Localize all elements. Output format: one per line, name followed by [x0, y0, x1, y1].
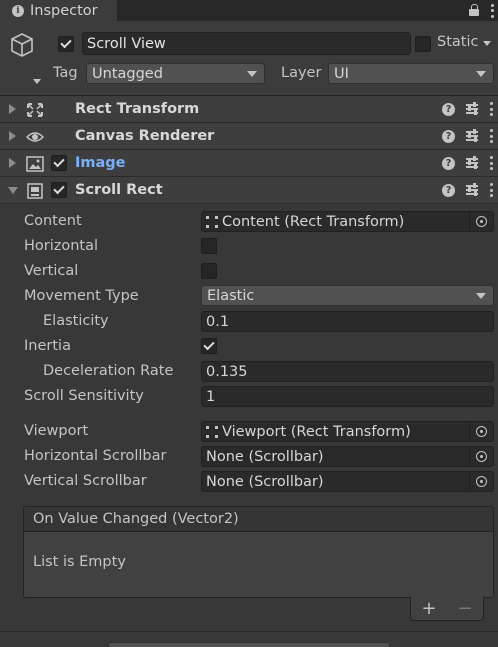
tag-value: Untagged — [92, 65, 163, 82]
event-empty-text: List is Empty — [24, 532, 493, 597]
object-picker-icon[interactable] — [469, 212, 493, 231]
rect-transform-icon — [206, 425, 218, 438]
on-value-changed-event: On Value Changed (Vector2) List is Empty — [23, 506, 494, 598]
content-value: Content (Rect Transform) — [222, 213, 405, 230]
viewport-field[interactable]: Viewport (Rect Transform) — [201, 421, 494, 442]
deceleration-rate-label: Deceleration Rate — [43, 363, 174, 379]
inertia-checkbox[interactable] — [201, 338, 217, 354]
gameobject-header: Scroll View Static Tag Untagged Layer UI — [0, 21, 498, 96]
add-component-button[interactable] — [108, 642, 390, 647]
vertical-checkbox[interactable] — [201, 263, 217, 279]
viewport-value: Viewport (Rect Transform) — [222, 423, 411, 440]
tag-label: Tag — [53, 65, 78, 81]
kebab-menu-icon[interactable] — [489, 102, 493, 116]
component-actions: ? — [442, 156, 493, 170]
kebab-menu-icon[interactable] — [490, 3, 494, 18]
deceleration-rate-field[interactable]: 0.135 — [201, 361, 494, 382]
component-rect-transform[interactable]: Rect Transform ? — [0, 96, 498, 123]
tab-title: Inspector — [30, 2, 98, 19]
horizontal-scrollbar-field[interactable]: None (Scrollbar) — [201, 446, 494, 467]
tab-actions — [469, 0, 494, 21]
component-image[interactable]: Image ? — [0, 150, 498, 177]
chevron-down-icon — [476, 71, 486, 77]
foldout-arrow[interactable] — [9, 131, 16, 141]
vertical-label: Vertical — [24, 263, 79, 279]
layer-value: UI — [334, 65, 349, 82]
help-icon[interactable]: ? — [442, 183, 455, 197]
scroll-sensitivity-field[interactable]: 1 — [201, 386, 494, 407]
help-icon[interactable]: ? — [442, 156, 455, 170]
vertical-scrollbar-value: None (Scrollbar) — [206, 473, 324, 490]
content-field[interactable]: Content (Rect Transform) — [201, 211, 494, 232]
foldout-arrow[interactable] — [9, 158, 16, 168]
content-label: Content — [24, 213, 82, 229]
movement-type-label: Movement Type — [24, 288, 139, 304]
rect-transform-icon — [27, 103, 43, 117]
tag-dropdown[interactable]: Untagged — [86, 63, 265, 84]
event-title: On Value Changed (Vector2) — [24, 507, 493, 532]
component-actions: ? — [442, 183, 493, 197]
add-icon[interactable]: + — [421, 599, 436, 618]
tab-inspector[interactable]: i Inspector — [0, 0, 118, 21]
object-picker-icon[interactable] — [469, 472, 493, 491]
component-scroll-rect[interactable]: Scroll Rect ? — [0, 177, 498, 204]
lock-icon[interactable] — [469, 4, 480, 17]
tab-bar: i Inspector — [0, 0, 498, 21]
gameobject-cube-icon — [11, 33, 33, 57]
vertical-scrollbar-label: Vertical Scrollbar — [24, 473, 147, 489]
component-enabled-checkbox[interactable] — [51, 182, 67, 198]
layer-dropdown[interactable]: UI — [328, 63, 494, 84]
preset-icon[interactable] — [465, 156, 479, 170]
foldout-arrow[interactable] — [9, 104, 16, 114]
component-title: Rect Transform — [75, 101, 200, 117]
foldout-arrow[interactable] — [8, 187, 18, 194]
movement-type-value: Elastic — [207, 287, 255, 304]
event-list-controls: + − — [410, 597, 484, 621]
help-icon[interactable]: ? — [442, 129, 455, 143]
kebab-menu-icon[interactable] — [489, 156, 493, 170]
movement-type-dropdown[interactable]: Elastic — [201, 285, 494, 306]
layer-label: Layer — [281, 65, 322, 81]
static-label: Static — [437, 34, 479, 50]
object-picker-icon[interactable] — [469, 422, 493, 441]
object-picker-icon[interactable] — [469, 447, 493, 466]
component-actions: ? — [442, 129, 493, 143]
object-name-field[interactable]: Scroll View — [82, 32, 411, 55]
static-dropdown-arrow[interactable] — [483, 41, 491, 46]
kebab-menu-icon[interactable] — [489, 183, 493, 197]
info-icon: i — [12, 4, 24, 17]
icon-dropdown-arrow[interactable] — [33, 79, 41, 84]
chevron-down-icon — [476, 293, 486, 299]
scroll-rect-icon — [27, 183, 43, 199]
eye-icon — [26, 132, 44, 142]
component-title[interactable]: Image — [75, 155, 126, 171]
rect-transform-icon — [206, 215, 218, 228]
horizontal-checkbox[interactable] — [201, 238, 217, 254]
remove-icon[interactable]: − — [457, 599, 472, 618]
preset-icon[interactable] — [465, 129, 479, 143]
component-enabled-checkbox[interactable] — [51, 155, 67, 171]
component-title: Scroll Rect — [75, 182, 163, 198]
active-checkbox[interactable] — [58, 36, 74, 52]
vertical-scrollbar-field[interactable]: None (Scrollbar) — [201, 471, 494, 492]
divider — [0, 631, 498, 632]
component-actions: ? — [442, 102, 493, 116]
horizontal-scrollbar-value: None (Scrollbar) — [206, 448, 324, 465]
viewport-label: Viewport — [24, 423, 89, 439]
chevron-down-icon — [247, 71, 257, 77]
horizontal-scrollbar-label: Horizontal Scrollbar — [24, 448, 167, 464]
kebab-menu-icon[interactable] — [489, 129, 493, 143]
scroll-sensitivity-label: Scroll Sensitivity — [24, 388, 144, 404]
preset-icon[interactable] — [465, 183, 479, 197]
horizontal-label: Horizontal — [24, 238, 99, 254]
preset-icon[interactable] — [465, 102, 479, 116]
component-canvas-renderer[interactable]: Canvas Renderer ? — [0, 123, 498, 150]
static-checkbox[interactable] — [415, 36, 431, 52]
image-icon — [26, 156, 44, 172]
elasticity-label: Elasticity — [43, 313, 109, 329]
help-icon[interactable]: ? — [442, 102, 455, 116]
inertia-label: Inertia — [24, 338, 71, 354]
component-title: Canvas Renderer — [75, 128, 215, 144]
elasticity-field[interactable]: 0.1 — [201, 311, 494, 332]
